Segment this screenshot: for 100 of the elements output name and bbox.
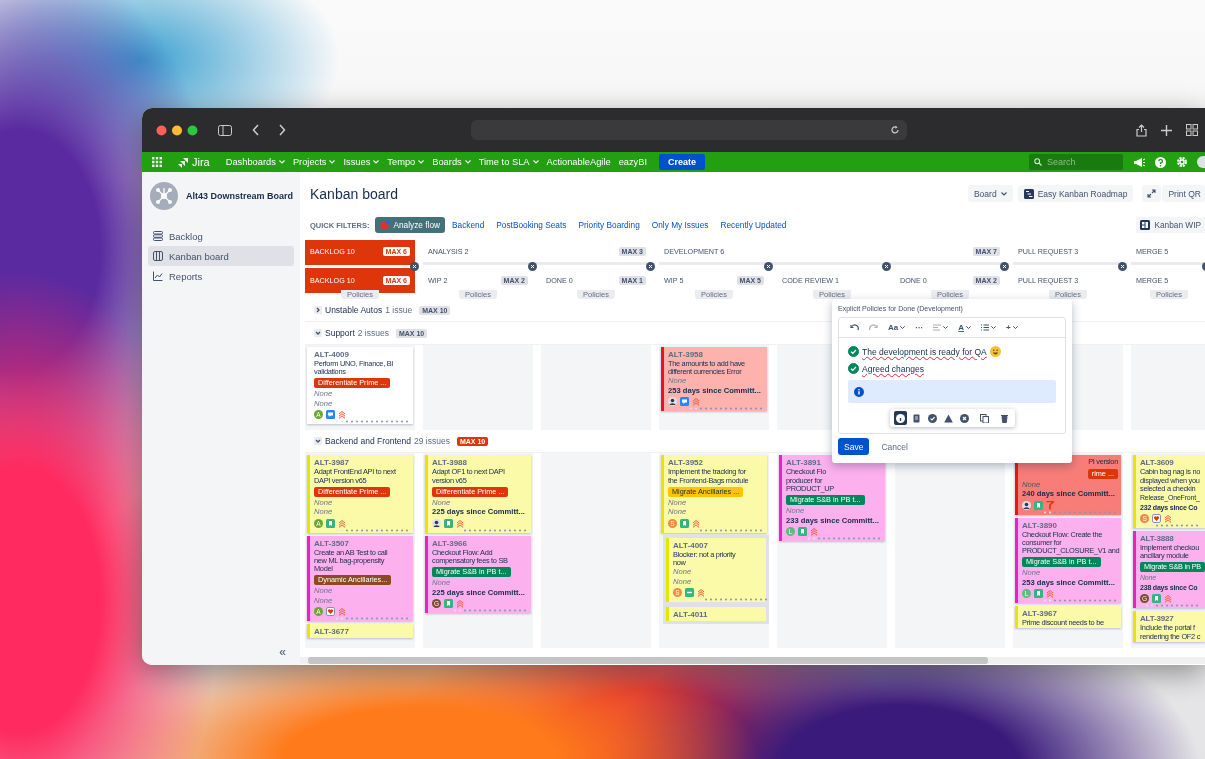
nav-menu-item[interactable]: Projects xyxy=(288,157,340,167)
print-button[interactable]: Print QR xyxy=(1162,185,1205,202)
toolbar-text-button[interactable]: ··· xyxy=(912,320,927,335)
fullscreen-button[interactable] xyxy=(1142,185,1162,202)
policy-text: Agreed changes xyxy=(862,363,924,374)
panel-info-button[interactable] xyxy=(893,411,907,425)
toolbar-color-button[interactable]: A xyxy=(955,320,974,335)
panel-copy-button[interactable] xyxy=(977,411,991,425)
horizontal-scrollbar[interactable] xyxy=(300,657,1205,664)
list-icon xyxy=(981,324,989,331)
sidebar-item[interactable]: Kanban board xyxy=(148,246,294,266)
quick-filter[interactable]: Recently Updated xyxy=(715,217,792,233)
issue-key[interactable]: ALT-3988 xyxy=(432,458,528,468)
issue-key[interactable]: ALT-3966 xyxy=(432,538,528,548)
create-button[interactable]: Create xyxy=(659,154,706,170)
panel-error-button[interactable] xyxy=(957,411,971,425)
checked-icon[interactable] xyxy=(848,363,859,374)
quick-filter[interactable]: Priority Boarding xyxy=(573,217,645,233)
quick-filter[interactable]: Analyze flow xyxy=(375,217,446,233)
panel-success-button[interactable] xyxy=(925,411,939,425)
column-toggle-icon[interactable] xyxy=(646,262,655,271)
task-icon xyxy=(326,410,335,420)
highest-priority-icon xyxy=(692,397,700,407)
nav-menu-item[interactable]: Time to SLA xyxy=(474,157,543,167)
new-tab-icon[interactable] xyxy=(1161,124,1172,136)
tab-overview-icon[interactable] xyxy=(1186,124,1198,136)
help-icon[interactable] xyxy=(1155,156,1166,168)
forward-icon[interactable] xyxy=(278,124,286,136)
issue-key[interactable]: ALT-3890 xyxy=(1022,520,1118,530)
back-icon[interactable] xyxy=(252,124,260,136)
collapse-sidebar-button[interactable]: « xyxy=(271,645,294,659)
issue-key[interactable]: ALT-3958 xyxy=(668,350,764,359)
issue-key[interactable]: ALT-3609 xyxy=(1140,458,1202,468)
swimlane-title[interactable]: Unstable Autos xyxy=(325,305,383,315)
product-name[interactable]: Jira xyxy=(192,156,210,168)
search-field[interactable]: Search xyxy=(1029,154,1123,170)
caret-icon xyxy=(943,326,949,329)
nav-menu-item[interactable]: eazyBI xyxy=(614,157,652,167)
avatar-silhouette-icon xyxy=(1022,500,1031,510)
checked-icon[interactable] xyxy=(848,346,859,357)
sidebar-toggle-icon[interactable] xyxy=(218,124,232,136)
issue-card[interactable]: ALT-4011 xyxy=(666,607,766,622)
logo-icon[interactable] xyxy=(178,156,189,168)
issue-key[interactable]: ALT-4011 xyxy=(673,610,763,620)
board-menu-button[interactable]: Board xyxy=(967,185,1013,202)
expand-icon[interactable] xyxy=(314,306,322,314)
board-columns-icon xyxy=(153,251,163,261)
collapse-icon[interactable] xyxy=(314,437,322,446)
rich-text-editor[interactable]: Aa ··· A + The development is ready for QA Agreed changes xyxy=(838,317,1066,434)
column-toggle-icon[interactable] xyxy=(764,262,773,271)
sidebar-item[interactable]: Reports xyxy=(148,266,294,286)
wip-button[interactable]: Kanban WIP xyxy=(1136,217,1205,233)
swimlane-title[interactable]: Backend and Frontend xyxy=(325,436,411,447)
nav-menu-item[interactable]: Boards xyxy=(428,157,475,167)
column-toggle-icon[interactable] xyxy=(1000,262,1009,271)
save-button[interactable]: Save xyxy=(838,438,870,455)
issue-key[interactable]: ALT-4009 xyxy=(314,350,410,359)
column-toggle-icon[interactable] xyxy=(410,262,419,271)
reload-icon[interactable] xyxy=(890,125,900,135)
roadmap-button[interactable]: Easy Kanban Roadmap xyxy=(1017,185,1134,202)
quick-filter[interactable]: PostBooking Seats xyxy=(491,217,572,233)
issue-key[interactable]: ALT-3987 xyxy=(314,458,410,468)
issue-key[interactable]: ALT-3507 xyxy=(314,538,410,548)
nav-menu-item[interactable]: Issues xyxy=(339,157,384,167)
cancel-button[interactable]: Cancel xyxy=(875,440,914,453)
issue-key[interactable]: ALT-4007 xyxy=(673,540,763,550)
settings-icon[interactable] xyxy=(1176,156,1188,168)
story-icon xyxy=(798,527,807,536)
issue-card[interactable]: ALT-3677 xyxy=(307,624,413,639)
backlog-icon xyxy=(153,231,163,241)
search-icon xyxy=(1034,158,1042,166)
caret-icon xyxy=(532,160,539,164)
heart-icon xyxy=(1152,514,1161,523)
column-toggle-icon[interactable] xyxy=(528,262,537,271)
megaphone-icon[interactable] xyxy=(1133,156,1145,168)
app-switcher-icon[interactable] xyxy=(152,157,162,167)
window-controls-icon[interactable] xyxy=(156,124,198,136)
collapse-icon[interactable] xyxy=(314,329,322,337)
column-toggle-icon[interactable] xyxy=(1118,262,1127,271)
caret-icon xyxy=(418,160,425,164)
swimlane-title[interactable]: Support xyxy=(325,328,355,338)
nav-menu-item[interactable]: ActionableAgile xyxy=(542,157,615,167)
toolbar-text-button[interactable]: + xyxy=(1003,320,1021,335)
issue-key[interactable]: ALT-3952 xyxy=(668,458,764,468)
issue-key[interactable]: ALT-3927 xyxy=(1140,614,1202,624)
issue-key[interactable]: ALT-3967 xyxy=(1022,609,1118,619)
issue-count: 2 issues xyxy=(357,328,389,338)
toolbar-text-button[interactable]: Aa xyxy=(885,320,909,335)
address-field[interactable] xyxy=(471,120,907,140)
column-toggle-icon[interactable] xyxy=(882,262,891,271)
issue-key[interactable]: ALT-3888 xyxy=(1140,534,1202,543)
issue-key[interactable]: ALT-3677 xyxy=(314,627,410,637)
quick-filter[interactable]: Only My Issues xyxy=(646,217,714,233)
expand-icon xyxy=(1147,189,1157,198)
nav-menu-item[interactable]: Dashboards xyxy=(221,157,289,167)
sidebar-item[interactable]: Backlog xyxy=(148,226,294,246)
nav-menu-item[interactable]: Tempo xyxy=(383,157,429,167)
quick-filter[interactable]: Backend xyxy=(447,217,490,233)
highest-priority-icon xyxy=(456,518,464,528)
share-icon[interactable] xyxy=(1136,123,1147,137)
